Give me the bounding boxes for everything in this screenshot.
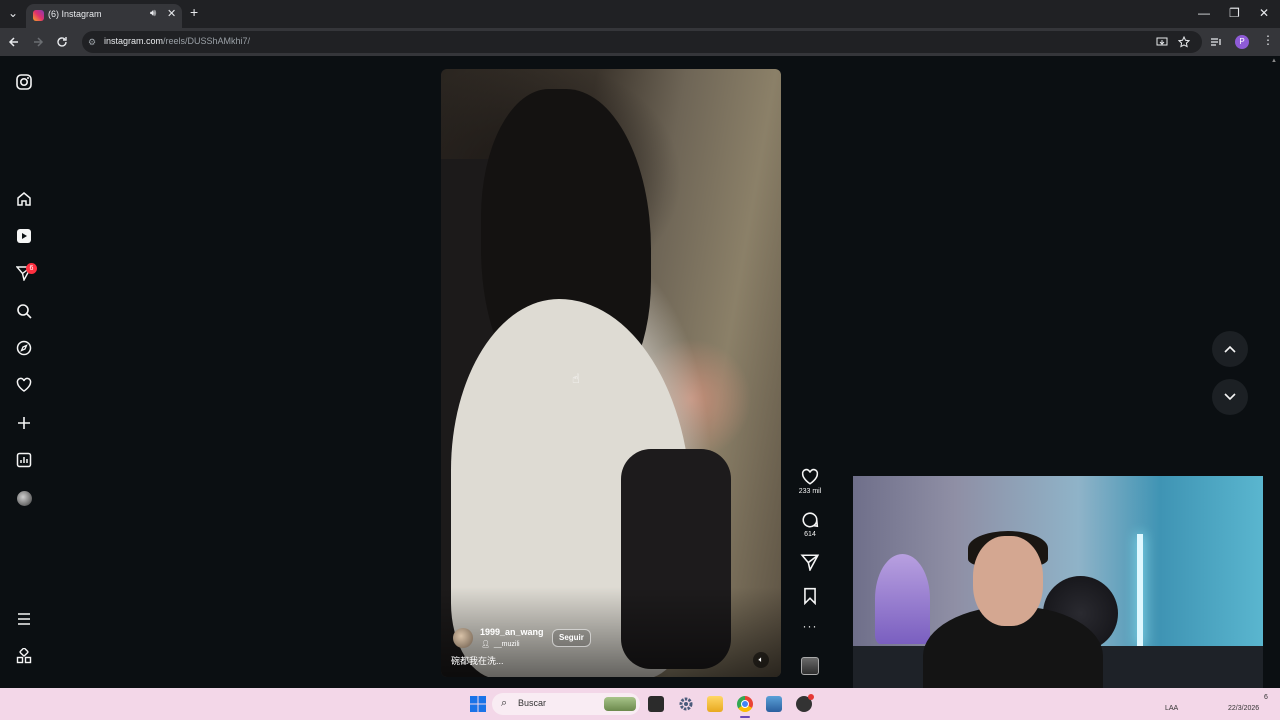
url-text: instagram.com/reels/DUSShAMkhi7/ <box>104 36 251 46</box>
app-notification-icon[interactable] <box>796 694 814 712</box>
instagram-icon[interactable] <box>14 72 34 92</box>
audio-playing-icon[interactable]: 🔊︎ <box>150 8 156 19</box>
install-app-icon[interactable] <box>1156 36 1168 48</box>
home-icon[interactable] <box>14 189 34 209</box>
original-audio-thumbnail[interactable] <box>801 657 819 675</box>
menu-hamburger-icon[interactable] <box>14 609 34 629</box>
chevron-up-icon <box>1224 345 1236 353</box>
media-controls-icon[interactable] <box>1210 36 1222 48</box>
taskbar-search-box[interactable]: ⌕ Buscar <box>492 693 640 715</box>
language-indicator[interactable]: LAA <box>1165 705 1178 712</box>
tab-search-chevron-icon[interactable]: ⌄ <box>8 5 18 21</box>
notifications-heart-icon[interactable] <box>14 375 34 395</box>
browser-menu-icon[interactable]: ⋮ <box>1262 33 1274 47</box>
file-explorer-icon[interactable] <box>707 696 723 712</box>
tab-strip: ⌄ (6) Instagram 🔊︎ ✕ + — ❐ ✕ <box>0 0 1280 28</box>
comment-count: 614 <box>804 531 816 538</box>
back-icon[interactable] <box>8 36 20 48</box>
save-bookmark-icon[interactable] <box>799 587 821 605</box>
profile-icon[interactable] <box>14 488 34 508</box>
like-heart-icon[interactable] <box>799 468 821 486</box>
tab-close-button[interactable]: ✕ <box>167 7 176 20</box>
webcam-overlay <box>853 476 1263 706</box>
app-window-icon[interactable] <box>766 696 782 712</box>
site-info-icon[interactable]: ⚙ <box>88 37 96 48</box>
previous-reel-button[interactable] <box>1212 331 1248 367</box>
settings-gear-icon[interactable] <box>678 696 694 712</box>
follow-button[interactable]: Seguir <box>552 629 591 647</box>
reload-icon[interactable] <box>56 36 68 48</box>
notification-count-badge: 6 <box>26 263 37 274</box>
reel-author-avatar[interactable] <box>453 628 473 648</box>
explore-icon[interactable] <box>14 338 34 358</box>
search-icon: ⌕ <box>501 697 508 709</box>
search-highlight-image <box>604 697 636 711</box>
taskbar-search-placeholder: Buscar <box>518 698 547 708</box>
windows-taskbar: ⌕ Buscar LAA 22/3/2026 6 <box>0 688 1280 720</box>
tab-title: (6) Instagram <box>48 9 102 19</box>
share-icon[interactable] <box>799 553 821 571</box>
address-bar[interactable]: ⚙ instagram.com/reels/DUSShAMkhi7/ <box>82 31 1202 53</box>
mouse-cursor-icon: ☝︎ <box>572 371 580 386</box>
reel-video[interactable] <box>441 69 781 677</box>
minimize-button[interactable]: — <box>1198 5 1210 21</box>
meta-apps-icon[interactable] <box>14 646 34 666</box>
task-view-icon[interactable] <box>648 696 664 712</box>
next-reel-button[interactable] <box>1212 379 1248 415</box>
page-scrollbar[interactable]: ▲ <box>1270 56 1278 688</box>
search-icon[interactable] <box>14 301 34 321</box>
volume-icon[interactable]: 🔈︎ <box>753 652 769 668</box>
create-plus-icon[interactable] <box>14 413 34 433</box>
reel-audio-label[interactable]: 👤︎ __muzili <box>481 640 520 648</box>
dashboard-icon[interactable] <box>14 450 34 470</box>
instagram-favicon-icon <box>33 10 44 21</box>
tab-instagram[interactable]: (6) Instagram 🔊︎ ✕ <box>26 4 182 28</box>
bookmark-star-icon[interactable] <box>1178 36 1190 48</box>
chrome-icon[interactable] <box>737 696 753 712</box>
active-app-indicator <box>740 716 750 718</box>
reel-caption[interactable]: 碗都我在洗... <box>451 654 504 667</box>
forward-icon[interactable] <box>32 36 44 48</box>
reels-icon[interactable] <box>14 226 34 246</box>
chevron-down-icon <box>1224 393 1236 401</box>
toolbar: ⚙ instagram.com/reels/DUSShAMkhi7/ P ⋮ <box>0 28 1280 56</box>
sidebar-nav: 6 <box>0 56 48 688</box>
maximize-button[interactable]: ❐ <box>1229 5 1240 21</box>
more-options-icon[interactable]: ··· <box>799 619 821 633</box>
windows-start-icon[interactable] <box>470 696 486 712</box>
reel-author-username[interactable]: 1999_an_wang <box>480 627 544 637</box>
taskbar-time[interactable]: 6 <box>1264 694 1268 701</box>
taskbar-date[interactable]: 22/3/2026 <box>1228 705 1259 712</box>
window-close-button[interactable]: ✕ <box>1259 5 1269 21</box>
like-count: 233 mil <box>798 488 822 495</box>
new-tab-button[interactable]: + <box>190 4 198 20</box>
person-icon: 👤︎ <box>481 641 490 648</box>
profile-avatar-button[interactable]: P <box>1235 35 1249 49</box>
comment-icon[interactable] <box>799 511 821 529</box>
